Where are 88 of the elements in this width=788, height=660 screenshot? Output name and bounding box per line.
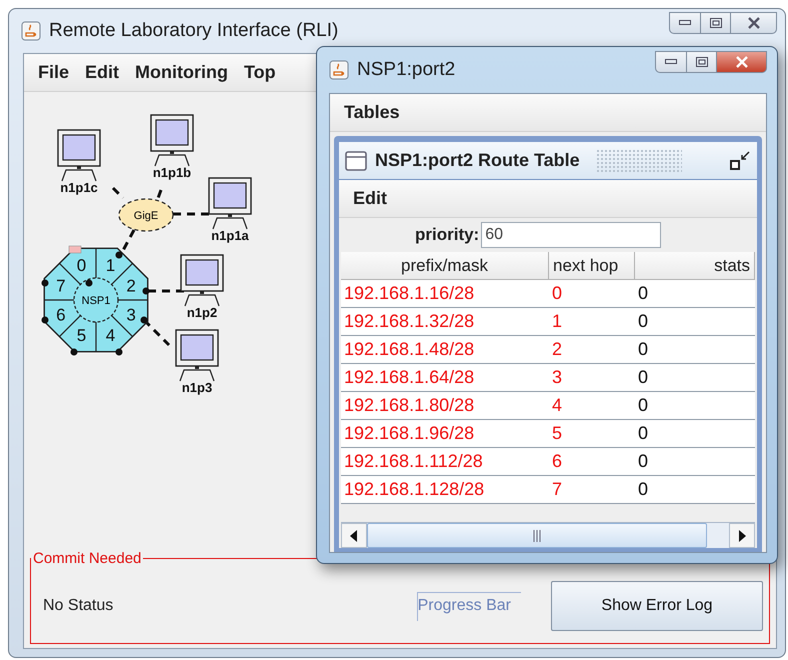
close-button[interactable] xyxy=(731,12,777,34)
table-cell-text: 192.168.1.64/28 xyxy=(343,366,476,389)
priority-label: priority: xyxy=(415,225,480,245)
menu-item[interactable]: Top xyxy=(238,62,282,83)
menu-item[interactable]: Tables xyxy=(338,102,406,123)
priority-field[interactable]: 60 xyxy=(481,222,662,248)
restore-icon[interactable] xyxy=(729,150,751,172)
panel-title: Commit Needed xyxy=(32,550,142,567)
table-cell-text: 192.168.1.112/28 xyxy=(343,450,484,473)
link-line xyxy=(173,212,211,216)
menu-item[interactable]: Edit xyxy=(347,188,393,209)
menu-item[interactable]: Edit xyxy=(79,62,126,83)
scroll-left-button[interactable] xyxy=(341,523,367,548)
table-cell-text: 2 xyxy=(551,338,564,361)
window-title: Remote Laboratory Interface (RLI) xyxy=(49,20,338,42)
left-arrow-icon xyxy=(350,530,358,542)
table-cell-text: 5 xyxy=(551,422,564,445)
column-header[interactable]: next hop xyxy=(549,252,635,280)
minimize-button[interactable] xyxy=(655,51,687,73)
link-line xyxy=(148,290,186,292)
computer-icon[interactable] xyxy=(57,129,101,182)
close-icon xyxy=(734,56,748,68)
menu-item[interactable]: File xyxy=(32,62,76,83)
maximize-icon xyxy=(696,57,708,67)
port-number: 2 xyxy=(126,276,136,296)
table-cell-text: 0 xyxy=(637,478,650,501)
java-icon xyxy=(21,21,41,41)
port-number: 1 xyxy=(106,256,116,275)
table-cell-text: 0 xyxy=(637,338,650,361)
router-drawing[interactable] xyxy=(42,246,150,356)
window-title: NSP1:port2 xyxy=(357,59,456,81)
java-icon xyxy=(329,60,349,80)
table-cell-text: 0 xyxy=(637,366,650,389)
table-cell-text: 6 xyxy=(551,450,564,473)
table-cell-text: 0 xyxy=(637,282,650,305)
minimize-button[interactable] xyxy=(669,12,701,34)
table-cell-text: 192.168.1.80/28 xyxy=(343,394,476,417)
minimize-icon xyxy=(665,59,677,65)
table-cell-text: 192.168.1.32/28 xyxy=(343,310,476,333)
table-cell-text: 0 xyxy=(551,282,564,305)
maximize-button[interactable] xyxy=(687,51,717,73)
host-label: n1p3 xyxy=(182,380,212,395)
table-cell-text: 0 xyxy=(637,450,650,473)
computer-icon[interactable] xyxy=(208,177,252,230)
status-text: No Status xyxy=(42,597,114,615)
port-number: 6 xyxy=(56,306,66,325)
switch-label: GigE xyxy=(134,210,158,222)
table-cell-text: 192.168.1.96/28 xyxy=(343,422,476,445)
table-cell-text: 7 xyxy=(551,478,564,501)
host-label: n1p1c xyxy=(60,180,98,195)
computer-icon[interactable] xyxy=(175,329,219,382)
table-cell-text: 0 xyxy=(637,310,650,333)
close-icon xyxy=(746,17,760,29)
column-header[interactable]: stats xyxy=(635,252,755,280)
scroll-right-button[interactable] xyxy=(729,523,755,548)
table-cell-text: 3 xyxy=(551,366,564,389)
port-number: 7 xyxy=(56,276,66,296)
port-number: 4 xyxy=(106,326,116,346)
menu-item[interactable]: Monitoring xyxy=(129,62,234,83)
horizontal-scrollbar[interactable] xyxy=(341,522,755,548)
table-cell-text: 192.168.1.16/28 xyxy=(343,282,476,305)
show-error-log-button[interactable]: Show Error Log xyxy=(551,581,763,631)
host-label: n1p1b xyxy=(152,165,192,180)
table-cell-text: 192.168.1.48/28 xyxy=(343,338,476,361)
table-cell-text: 0 xyxy=(637,422,650,445)
table-cell-text: 1 xyxy=(551,310,564,333)
host-label: n1p2 xyxy=(186,305,218,320)
port-number: 0 xyxy=(76,256,86,275)
table-cell-text: 0 xyxy=(637,394,650,417)
computer-icon[interactable] xyxy=(150,114,194,166)
scroll-thumb[interactable] xyxy=(367,523,707,548)
minimize-icon xyxy=(679,20,691,26)
maximize-icon xyxy=(710,18,722,28)
frame-icon xyxy=(345,150,367,170)
table-cell-text: 4 xyxy=(551,394,564,417)
computer-icon[interactable] xyxy=(180,254,224,306)
close-button[interactable] xyxy=(717,51,767,73)
switch-drawing[interactable] xyxy=(118,198,174,232)
frame-title: NSP1:port2 Route Table xyxy=(375,150,580,171)
right-arrow-icon xyxy=(738,530,746,542)
router-label: NSP1 xyxy=(82,295,110,307)
table-cell-text: 192.168.1.128/28 xyxy=(343,478,486,501)
host-label: n1p1a xyxy=(211,228,249,243)
port-number: 3 xyxy=(126,306,136,325)
grip-icon xyxy=(533,530,541,542)
maximize-button[interactable] xyxy=(701,12,731,34)
column-header[interactable]: prefix/mask xyxy=(341,252,549,280)
port-number: 5 xyxy=(76,326,86,346)
